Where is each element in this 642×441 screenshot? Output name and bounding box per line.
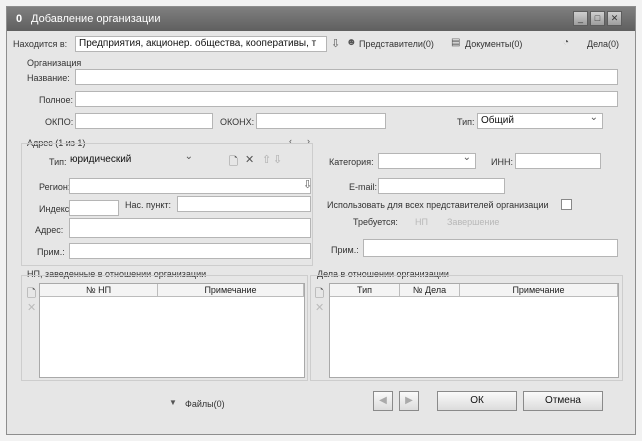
index-label: Индекс: bbox=[39, 204, 72, 214]
delete-case-icon[interactable]: ✕ bbox=[315, 301, 324, 314]
ok-button[interactable]: ОК bbox=[437, 391, 517, 411]
cases-col-type[interactable]: Тип bbox=[330, 284, 400, 297]
email-label: E-mail: bbox=[349, 182, 378, 192]
cancel-button[interactable]: Отмена bbox=[523, 391, 603, 411]
required-completion-option[interactable]: Завершение bbox=[447, 217, 499, 227]
full-name-input[interactable] bbox=[75, 91, 618, 107]
name-input[interactable] bbox=[75, 69, 618, 85]
use-for-all-checkbox[interactable] bbox=[561, 199, 572, 210]
category-label: Категория: bbox=[329, 157, 374, 167]
cases-link[interactable]: Дела(0) bbox=[587, 39, 619, 49]
index-input[interactable] bbox=[69, 200, 119, 216]
move-up-icon[interactable]: ⇧ bbox=[262, 153, 271, 166]
documents-link[interactable]: Документы(0) bbox=[465, 39, 522, 49]
category-select[interactable] bbox=[378, 153, 476, 169]
app-icon: 0 bbox=[16, 13, 23, 25]
dialog-window: 0 Добавление организации _ □ ✕ Находится… bbox=[6, 6, 636, 435]
locality-input[interactable] bbox=[177, 196, 311, 212]
location-field[interactable]: Предприятия, акционер. общества, коопера… bbox=[75, 36, 327, 52]
street-address-input[interactable] bbox=[69, 218, 311, 238]
prev-record-button[interactable]: ◀ bbox=[373, 391, 393, 411]
title-bar[interactable]: 0 Добавление организации _ □ ✕ bbox=[7, 7, 635, 31]
representatives-link[interactable]: Представители(0) bbox=[359, 39, 434, 49]
contact-note-input[interactable] bbox=[363, 239, 618, 257]
email-input[interactable] bbox=[378, 178, 505, 194]
address-note-input[interactable] bbox=[69, 243, 311, 259]
address-type-label: Тип: bbox=[49, 157, 67, 167]
window-title: Добавление организации bbox=[31, 13, 161, 25]
files-expand-icon[interactable]: ▼ bbox=[169, 398, 177, 407]
np-col-note[interactable]: Примечание bbox=[158, 284, 304, 297]
okonh-label: ОКОНХ: bbox=[220, 117, 255, 127]
delete-np-icon[interactable]: ✕ bbox=[27, 301, 36, 314]
use-for-all-label: Использовать для всех представителей орг… bbox=[327, 200, 549, 210]
select-arrow-icon[interactable]: ⇩ bbox=[331, 37, 340, 50]
move-down-icon[interactable]: ⇩ bbox=[273, 153, 282, 166]
cases-icon[interactable]: ◔ bbox=[563, 37, 569, 48]
location-label: Находится в: bbox=[13, 39, 68, 49]
organization-section-label: Организация bbox=[27, 58, 82, 68]
street-address-label: Адрес: bbox=[35, 225, 64, 235]
region-input[interactable] bbox=[69, 178, 311, 194]
org-type-label: Тип: bbox=[457, 117, 475, 127]
new-address-icon[interactable]: 🗋 bbox=[229, 153, 238, 172]
address-note-label: Прим.: bbox=[37, 247, 65, 257]
required-np-option[interactable]: НП bbox=[415, 217, 428, 227]
cases-grid[interactable]: Тип № Дела Примечание bbox=[329, 283, 619, 378]
cases-col-number[interactable]: № Дела bbox=[400, 284, 460, 297]
locality-label: Нас. пункт: bbox=[125, 200, 172, 210]
okonh-input[interactable] bbox=[256, 113, 386, 129]
required-label: Требуется: bbox=[353, 217, 398, 227]
org-type-select[interactable]: Общий bbox=[477, 113, 603, 129]
next-record-button[interactable]: ▶ bbox=[399, 391, 419, 411]
inn-input[interactable] bbox=[515, 153, 601, 169]
inn-label: ИНН: bbox=[491, 157, 513, 167]
minimize-icon[interactable]: _ bbox=[573, 11, 588, 26]
representatives-icon[interactable]: ☻ bbox=[346, 37, 357, 48]
name-label: Название: bbox=[27, 73, 70, 83]
address-type-select[interactable]: юридический bbox=[67, 153, 197, 169]
np-grid[interactable]: № НП Примечание bbox=[39, 283, 305, 378]
contact-note-label: Прим.: bbox=[331, 245, 359, 255]
region-picker-icon[interactable]: ⇩ bbox=[303, 178, 312, 191]
okpo-input[interactable] bbox=[75, 113, 213, 129]
cases-col-note[interactable]: Примечание bbox=[460, 284, 618, 297]
okpo-label: ОКПО: bbox=[45, 117, 74, 127]
maximize-icon[interactable]: □ bbox=[590, 11, 605, 26]
close-icon[interactable]: ✕ bbox=[607, 11, 622, 26]
np-col-number[interactable]: № НП bbox=[40, 284, 158, 297]
files-link[interactable]: Файлы(0) bbox=[185, 399, 225, 409]
region-label: Регион: bbox=[39, 182, 71, 192]
full-name-label: Полное: bbox=[39, 95, 74, 105]
documents-icon[interactable]: ▤ bbox=[451, 37, 460, 48]
delete-address-icon[interactable]: ✕ bbox=[245, 153, 254, 166]
